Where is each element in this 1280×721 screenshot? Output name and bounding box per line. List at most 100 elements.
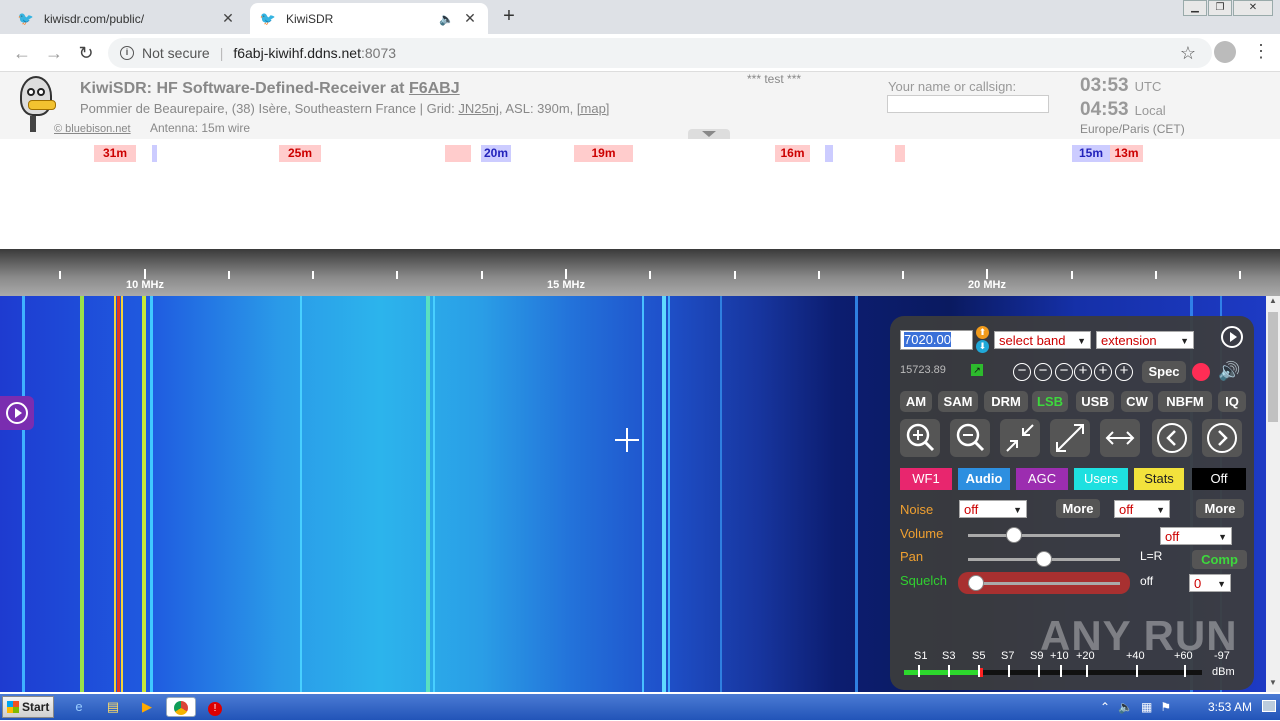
- tab-kiwisdr[interactable]: 🐦 KiwiSDR 🔈 ✕: [250, 3, 488, 34]
- band-marker[interactable]: [825, 145, 833, 162]
- waterfall-scrollbar[interactable]: ▲ ▼: [1266, 296, 1280, 692]
- frequency-scale[interactable]: 10 MHz 15 MHz 20 MHz: [0, 249, 1280, 296]
- scroll-up-icon[interactable]: ▲: [1266, 296, 1280, 310]
- prev-button[interactable]: [1152, 419, 1192, 457]
- open-external-icon[interactable]: ↗: [971, 364, 983, 376]
- panel-tab-audio[interactable]: Audio: [958, 468, 1010, 490]
- bookmark-star-icon[interactable]: ☆: [1180, 43, 1196, 64]
- noise-select[interactable]: off: [959, 500, 1027, 519]
- band-marker[interactable]: [895, 145, 905, 162]
- volume-icon[interactable]: 🔈: [1118, 700, 1133, 714]
- maximize-button[interactable]: ❐: [1208, 0, 1232, 16]
- credit-link[interactable]: © bluebison.net: [54, 123, 131, 135]
- info-icon[interactable]: i: [120, 46, 134, 60]
- shrink-button[interactable]: [1000, 419, 1040, 457]
- band-13m[interactable]: 13m: [1110, 145, 1143, 162]
- callsign-input[interactable]: [887, 95, 1049, 113]
- mode-usb[interactable]: USB: [1076, 391, 1114, 412]
- network-icon[interactable]: ▦: [1141, 700, 1152, 714]
- antivirus-icon[interactable]: !: [204, 697, 226, 717]
- volume-slider[interactable]: [968, 534, 1120, 537]
- explorer-folder-icon[interactable]: ▤: [102, 697, 124, 717]
- band-select[interactable]: select band: [994, 331, 1091, 350]
- band-19m[interactable]: 19m: [574, 145, 633, 162]
- play-circle-icon[interactable]: [1221, 326, 1243, 348]
- band-marker[interactable]: [445, 145, 471, 162]
- pan-knob[interactable]: [1036, 551, 1052, 567]
- speaker-icon[interactable]: 🔈: [439, 12, 454, 26]
- spec-button[interactable]: Spec: [1142, 361, 1186, 383]
- scroll-thumb[interactable]: [1268, 312, 1278, 422]
- zoom-minus-icon[interactable]: −: [1034, 363, 1052, 381]
- squelch-slider[interactable]: [968, 582, 1120, 585]
- band-15m[interactable]: 15m: [1072, 145, 1110, 162]
- squelch-knob[interactable]: [968, 575, 984, 591]
- panel-tab-users[interactable]: Users: [1074, 468, 1128, 490]
- zoom-plus-icon[interactable]: +: [1074, 363, 1092, 381]
- flag-icon[interactable]: ⚑: [1160, 700, 1171, 714]
- menu-dots-icon[interactable]: ⋮: [1252, 41, 1270, 62]
- more-button[interactable]: More: [1196, 499, 1244, 518]
- forward-arrow-icon[interactable]: →: [42, 41, 66, 65]
- more-button[interactable]: More: [1056, 499, 1100, 518]
- zoom-plus-icon[interactable]: +: [1115, 363, 1133, 381]
- band-16m[interactable]: 16m: [775, 145, 810, 162]
- ie-icon[interactable]: e: [68, 697, 90, 717]
- media-player-icon[interactable]: ▶: [136, 697, 158, 717]
- account-avatar-icon[interactable]: [1214, 41, 1236, 63]
- expand-button[interactable]: [1050, 419, 1090, 457]
- speaker-icon[interactable]: 🔊: [1218, 361, 1240, 382]
- comp-button[interactable]: Comp: [1192, 550, 1247, 569]
- next-button[interactable]: [1202, 419, 1242, 457]
- reload-icon[interactable]: ↻: [74, 41, 98, 65]
- mode-cw[interactable]: CW: [1121, 391, 1153, 412]
- mode-nbfm[interactable]: NBFM: [1158, 391, 1212, 412]
- chrome-icon[interactable]: [166, 697, 196, 717]
- panel-tab-stats[interactable]: Stats: [1134, 468, 1184, 490]
- panel-tab-agc[interactable]: AGC: [1016, 468, 1068, 490]
- zoom-out-button[interactable]: [950, 419, 990, 457]
- map-link[interactable]: [map]: [577, 101, 610, 116]
- squelch-select[interactable]: 0: [1189, 574, 1231, 593]
- extension-select[interactable]: extension: [1096, 331, 1194, 350]
- start-button[interactable]: Start: [2, 696, 54, 718]
- minimize-button[interactable]: ▁: [1183, 0, 1207, 16]
- mode-drm[interactable]: DRM: [984, 391, 1028, 412]
- zoom-in-button[interactable]: [900, 419, 940, 457]
- mode-am[interactable]: AM: [900, 391, 932, 412]
- close-tab-icon[interactable]: ✕: [462, 10, 478, 27]
- new-tab-button[interactable]: +: [498, 5, 520, 27]
- noise-filter-select[interactable]: off: [1114, 500, 1170, 519]
- callsign-link[interactable]: F6ABJ: [409, 80, 460, 97]
- mode-lsb[interactable]: LSB: [1032, 391, 1068, 412]
- tab-kiwisdr-public[interactable]: 🐦 kiwisdr.com/public/ ✕: [8, 3, 246, 34]
- panel-tab-wf1[interactable]: WF1: [900, 468, 952, 490]
- volume-knob[interactable]: [1006, 527, 1023, 543]
- side-panel-toggle-button[interactable]: [0, 396, 34, 430]
- zoom-plus-icon[interactable]: +: [1094, 363, 1112, 381]
- zoom-minus-icon[interactable]: −: [1013, 363, 1031, 381]
- band-31m[interactable]: 31m: [94, 145, 136, 162]
- band-20m[interactable]: 20m: [481, 145, 511, 162]
- address-bar[interactable]: i Not secure | f6abj-kiwihf.ddns.net :80…: [108, 38, 1212, 68]
- mode-sam[interactable]: SAM: [938, 391, 978, 412]
- collapse-header-button[interactable]: [688, 129, 730, 139]
- back-arrow-icon[interactable]: ←: [10, 41, 34, 65]
- scroll-down-icon[interactable]: ▼: [1266, 678, 1280, 692]
- band-25m[interactable]: 25m: [279, 145, 321, 162]
- band-marker[interactable]: [152, 145, 157, 162]
- record-icon[interactable]: [1192, 363, 1210, 381]
- mode-iq[interactable]: IQ: [1218, 391, 1246, 412]
- panel-tab-off[interactable]: Off: [1192, 468, 1246, 490]
- step-up-icon[interactable]: ⬆: [976, 326, 989, 339]
- swap-button[interactable]: [1100, 419, 1140, 457]
- tray-up-arrow-icon[interactable]: ⌃: [1100, 700, 1110, 714]
- volume-select[interactable]: off: [1160, 527, 1232, 546]
- dx-label-area[interactable]: [0, 169, 1280, 249]
- step-down-icon[interactable]: ⬇: [976, 340, 989, 353]
- show-desktop-icon[interactable]: [1262, 700, 1276, 712]
- close-window-button[interactable]: ✕: [1233, 0, 1273, 16]
- frequency-input[interactable]: 7020.00: [900, 330, 973, 350]
- zoom-minus-icon[interactable]: −: [1055, 363, 1073, 381]
- grid-link[interactable]: JN25nj: [458, 101, 498, 116]
